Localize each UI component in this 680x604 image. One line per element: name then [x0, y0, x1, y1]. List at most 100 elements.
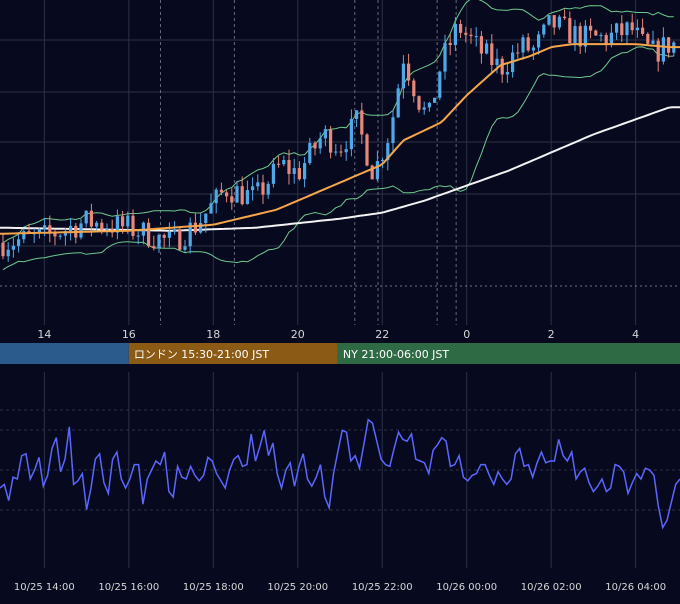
- candle-body-9: [48, 225, 52, 233]
- candle-body-81: [422, 107, 426, 110]
- candle-body-56: [292, 168, 296, 174]
- candle-body-72: [375, 161, 379, 180]
- candle-body-70: [365, 134, 369, 166]
- session-bar: ロンドン 15:30-21:00 JST NY 21:00-06:00 JST: [0, 343, 680, 364]
- candle-body-118: [615, 23, 619, 33]
- candle-body-87: [453, 24, 457, 46]
- candle-body-26: [136, 235, 140, 237]
- candle-body-60: [313, 142, 317, 149]
- osc-x-tick-label: 10/26 04:00: [605, 582, 666, 593]
- price-x-tick-label: 16: [122, 328, 136, 341]
- candle-body-37: [193, 222, 197, 233]
- candle-body-62: [323, 129, 327, 139]
- candle-body-17: [89, 210, 93, 227]
- candle-body-0: [1, 242, 5, 257]
- candle-body-59: [308, 142, 312, 164]
- candle-body-125: [651, 40, 655, 44]
- candle-body-84: [438, 71, 442, 98]
- candle-body-128: [667, 37, 671, 53]
- candle-body-30: [157, 234, 161, 249]
- candle-body-46: [240, 186, 244, 205]
- candle-body-32: [167, 231, 171, 238]
- session-block-tokyo: [0, 343, 129, 364]
- candle-body-66: [344, 149, 348, 153]
- price-x-tick-label: 0: [463, 328, 470, 341]
- osc-x-tick-label: 10/25 20:00: [267, 582, 328, 593]
- candle-body-103: [537, 34, 541, 48]
- candle-body-105: [547, 15, 551, 25]
- price-x-tick-label: 20: [291, 328, 305, 341]
- candle-body-40: [209, 203, 213, 214]
- candle-body-1: [6, 249, 10, 257]
- candle-body-35: [183, 246, 187, 250]
- candle-body-34: [178, 229, 182, 250]
- candle-body-13: [69, 225, 73, 232]
- candle-body-119: [620, 23, 624, 36]
- candle-body-16: [84, 210, 88, 224]
- candle-body-42: [219, 189, 223, 193]
- candle-body-53: [277, 163, 281, 165]
- candle-body-77: [401, 63, 405, 89]
- candle-body-50: [261, 182, 265, 195]
- candle-body-100: [521, 37, 525, 53]
- candle-body-120: [625, 22, 629, 36]
- candle-body-29: [152, 246, 156, 249]
- candle-body-97: [505, 72, 509, 75]
- candle-body-121: [630, 22, 634, 31]
- candle-body-65: [339, 151, 343, 153]
- candle-body-33: [173, 229, 177, 232]
- candle-body-67: [349, 118, 353, 150]
- candle-body-93: [485, 43, 489, 54]
- candle-body-75: [391, 117, 395, 144]
- trading-chart: ロンドン 15:30-21:00 JST NY 21:00-06:00 JST 1…: [0, 0, 680, 600]
- osc-x-tick-label: 10/25 22:00: [352, 582, 413, 593]
- candle-body-86: [448, 42, 452, 46]
- candle-body-38: [199, 223, 203, 233]
- candle-body-28: [147, 222, 151, 247]
- price-x-axis: 14 16 18 20 22 0 2 4: [0, 325, 680, 342]
- candle-body-95: [495, 58, 499, 66]
- candle-body-127: [661, 37, 665, 62]
- candle-body-102: [531, 47, 535, 51]
- candle-body-68: [355, 110, 359, 119]
- candle-body-117: [609, 32, 613, 45]
- candle-body-44: [230, 196, 234, 203]
- candle-body-126: [656, 40, 660, 62]
- candle-body-122: [635, 27, 639, 31]
- candle-body-64: [334, 151, 338, 153]
- price-x-tick-label: 14: [37, 328, 51, 341]
- osc-x-tick-label: 10/25 16:00: [98, 582, 159, 593]
- candle-body-3: [17, 239, 21, 246]
- candle-body-89: [464, 32, 468, 35]
- candle-body-51: [266, 183, 270, 195]
- chart-root: ロンドン 15:30-21:00 JST NY 21:00-06:00 JST 1…: [0, 0, 680, 600]
- price-x-tick-label: 22: [375, 328, 389, 341]
- candle-body-18: [95, 222, 99, 227]
- candle-body-88: [459, 24, 463, 33]
- session-label-london: ロンドン 15:30-21:00 JST: [134, 348, 270, 361]
- candle-body-124: [646, 33, 650, 44]
- price-x-axis-strip: [0, 325, 680, 342]
- candle-body-24: [126, 215, 130, 227]
- candle-body-58: [303, 163, 307, 180]
- candle-body-114: [594, 30, 598, 36]
- candle-body-48: [251, 186, 255, 191]
- candle-body-54: [282, 159, 286, 165]
- candle-body-78: [407, 63, 411, 81]
- candle-body-49: [256, 182, 260, 187]
- candle-body-61: [318, 138, 322, 149]
- osc-x-tick-label: 10/25 18:00: [183, 582, 244, 593]
- candle-body-106: [552, 15, 556, 28]
- candle-body-25: [131, 215, 135, 236]
- candle-body-45: [235, 186, 239, 203]
- candle-body-15: [79, 223, 83, 238]
- candle-body-80: [417, 96, 421, 110]
- candle-body-69: [360, 110, 364, 135]
- candle-body-47: [245, 190, 249, 205]
- candle-body-109: [568, 18, 572, 44]
- candle-body-99: [516, 52, 520, 54]
- candle-body-91: [474, 36, 478, 38]
- osc-x-tick-label: 10/26 02:00: [521, 582, 582, 593]
- candle-body-73: [381, 159, 385, 162]
- osc-x-tick-label: 10/25 14:00: [14, 582, 75, 593]
